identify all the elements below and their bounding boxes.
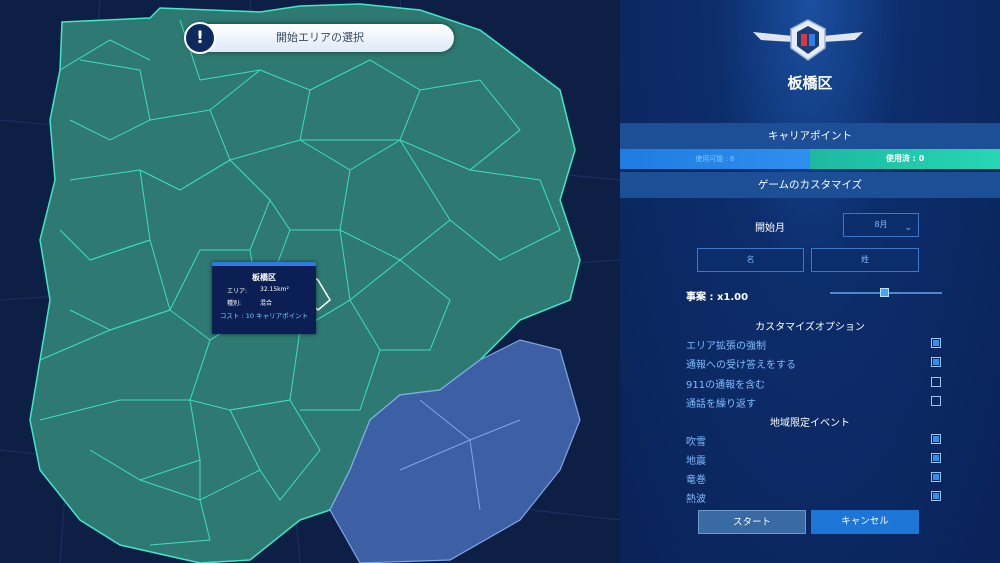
start-month-label: 開始月 (755, 223, 785, 234)
career-points-header: キャリアポイント (620, 123, 1000, 149)
district-name: 板橋区 (787, 74, 833, 92)
points-used: 使用済 : 0 (810, 149, 1000, 169)
points-available: 使用可能 : 6 (620, 149, 810, 169)
options-header: カスタマイズオプション (755, 322, 865, 333)
start-button[interactable]: スタート (698, 510, 806, 534)
event-label-1: 地震 (686, 456, 706, 467)
tooltip-type-label: 種別: (227, 300, 242, 307)
last-name-field[interactable]: 姓 (811, 248, 919, 272)
event-checkbox-3[interactable] (931, 491, 941, 501)
case-slider-thumb[interactable] (880, 288, 889, 297)
option-checkbox-1[interactable] (931, 357, 941, 367)
event-label-3: 熱波 (686, 494, 706, 505)
option-label-3: 通話を繰り返す (686, 399, 756, 410)
customize-header: ゲームのカスタマイズ (620, 172, 1000, 198)
case-multiplier-label: 事案 : x1.00 (686, 292, 749, 303)
last-name-placeholder: 姓 (861, 255, 869, 264)
tooltip-area-label: エリア: (227, 288, 248, 295)
banner-text: 開始エリアの選択 (276, 31, 364, 44)
option-label-2: 911の通報を含む (686, 380, 766, 391)
tooltip-title: 板橋区 (252, 273, 276, 282)
tooltip-type-row: 種別: 混合 (212, 298, 316, 307)
event-label-2: 竜巻 (686, 475, 706, 486)
option-checkbox-0[interactable] (931, 338, 941, 348)
tooltip-area-row: エリア: 32.15km² (212, 286, 316, 295)
cancel-button[interactable]: キャンセル (811, 510, 919, 534)
winged-shield-emblem-icon (753, 19, 863, 61)
event-checkbox-0[interactable] (931, 434, 941, 444)
first-name-placeholder: 名 (746, 255, 755, 264)
first-name-field[interactable]: 名 (697, 248, 804, 272)
start-month-value: 8月 (874, 220, 888, 229)
ward-tooltip: 板橋区 エリア: 32.15km² 種別: 混合 コスト : 10 キャリアポイ… (212, 262, 316, 334)
option-checkbox-3[interactable] (931, 396, 941, 406)
tooltip-type-value: 混合 (260, 300, 273, 307)
tooltip-area-value: 32.15km² (260, 286, 289, 293)
objective-banner: ! 開始エリアの選択 (184, 22, 454, 54)
event-checkbox-1[interactable] (931, 453, 941, 463)
career-points-bar: 使用可能 : 6 使用済 : 0 (620, 149, 1000, 169)
option-label-1: 通報への受け答えをする (686, 360, 796, 371)
chevron-down-icon: ⌄ (904, 223, 912, 233)
game-screen: ! 開始エリアの選択 板橋区 エリア: 32.15km² 種別: 混合 コスト … (0, 0, 1000, 563)
start-month-select[interactable]: 8月 ⌄ (843, 213, 919, 237)
events-header: 地域限定イベント (770, 418, 850, 429)
event-label-0: 吹雪 (686, 437, 706, 448)
option-label-0: エリア拡張の強制 (686, 341, 766, 352)
city-map[interactable]: ! 開始エリアの選択 板橋区 エリア: 32.15km² 種別: 混合 コスト … (0, 0, 620, 563)
option-checkbox-2[interactable] (931, 377, 941, 387)
tooltip-cost: コスト : 10 キャリアポイント (219, 312, 309, 320)
event-checkbox-2[interactable] (931, 472, 941, 482)
